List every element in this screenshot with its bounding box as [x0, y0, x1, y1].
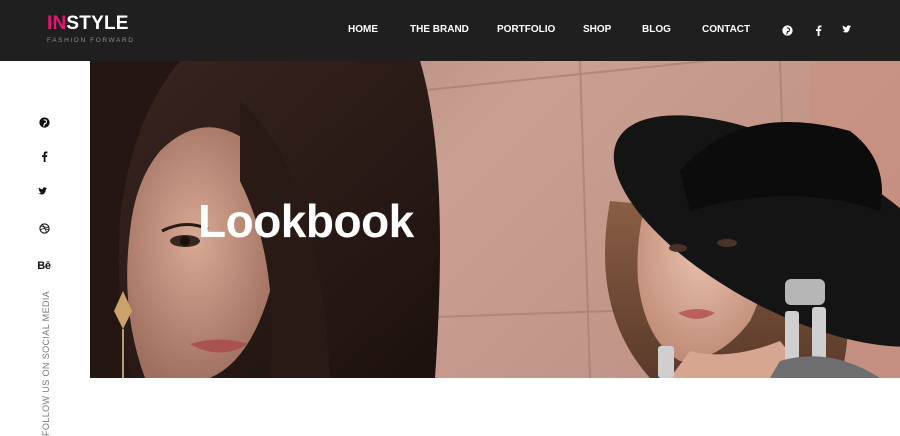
nav-blog[interactable]: BLOG [642, 24, 671, 35]
sidebar-behance-icon[interactable]: Bē [36, 258, 52, 274]
nav-shop[interactable]: SHOP [583, 24, 611, 35]
site-header: INSTYLE FASHION FORWARD HOME THE BRAND P… [0, 0, 900, 61]
header-twitter-icon[interactable] [841, 22, 855, 38]
header-pinterest-icon[interactable] [780, 22, 794, 38]
header-facebook-icon[interactable] [811, 22, 825, 38]
sidebar-dribbble-icon[interactable] [36, 220, 52, 236]
logo-accent-text: IN [47, 13, 67, 34]
site-logo[interactable]: INSTYLE FASHION FORWARD [47, 14, 135, 45]
nav-portfolio[interactable]: PORTFOLIO [497, 24, 555, 35]
sidebar-twitter-icon[interactable] [36, 184, 52, 200]
hero-banner: Lookbook [90, 61, 900, 378]
nav-the-brand[interactable]: THE BRAND [410, 24, 469, 35]
nav-contact[interactable]: CONTACT [702, 24, 750, 35]
nav-home[interactable]: HOME [348, 24, 378, 35]
sidebar-facebook-icon[interactable] [36, 148, 52, 164]
logo-tagline: FASHION FORWARD [47, 37, 135, 44]
sidebar-pinterest-icon[interactable] [36, 114, 52, 130]
logo-wordmark: INSTYLE [47, 14, 135, 34]
logo-main-text: STYLE [66, 13, 129, 34]
follow-social-text: FOLLOW US ON SOCIAL MEDIA [41, 290, 51, 436]
hero-title: Lookbook [198, 195, 414, 247]
